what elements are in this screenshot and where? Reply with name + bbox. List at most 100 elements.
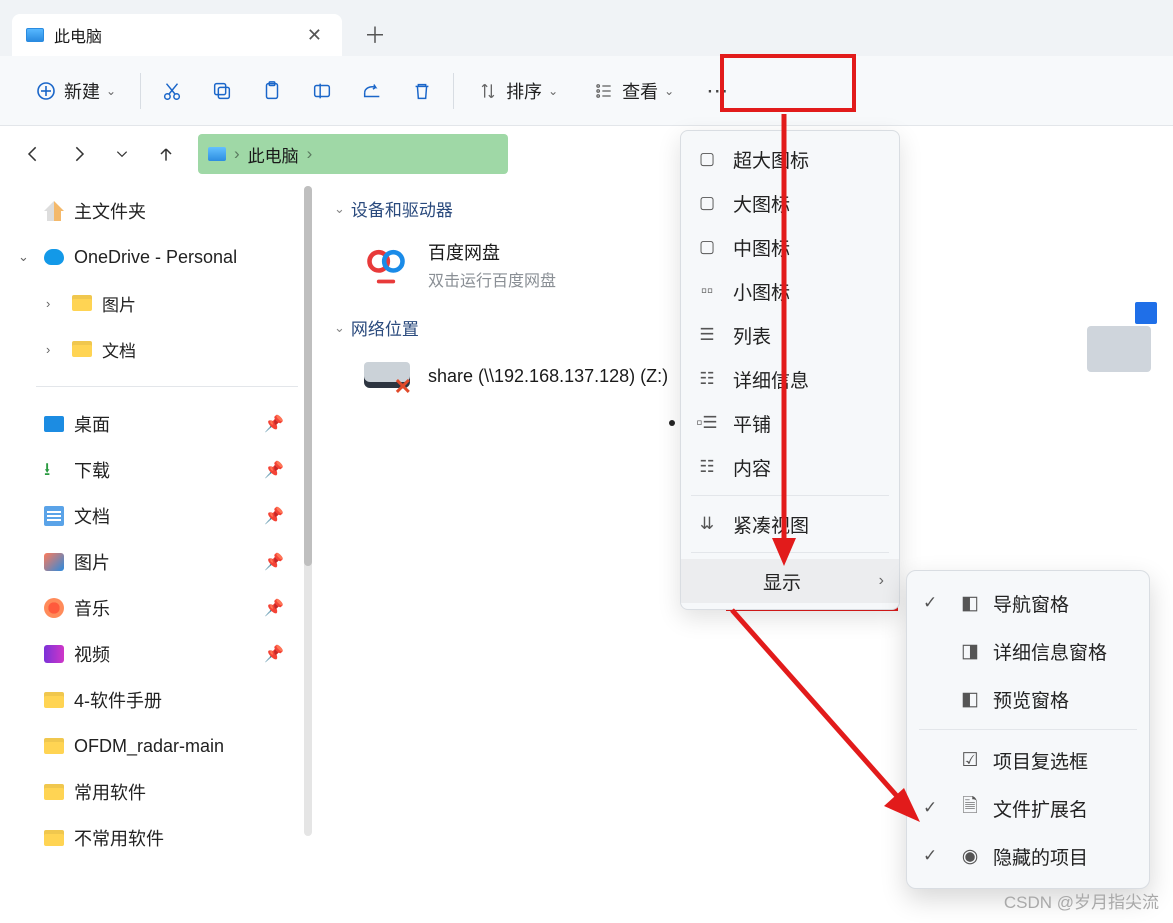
label: OneDrive - Personal	[74, 247, 237, 268]
menu-compact[interactable]: ⇊紧凑视图	[681, 502, 899, 546]
label: 视频	[74, 641, 110, 667]
this-pc-icon	[26, 28, 44, 42]
check-icon: ✓	[923, 846, 937, 866]
details-icon: ☷	[695, 369, 719, 389]
sub-file-ext[interactable]: ✓🗎文件扩展名	[907, 784, 1149, 832]
cut-button[interactable]	[147, 69, 197, 113]
sub-preview-pane[interactable]: ◧预览窗格	[907, 675, 1149, 723]
label: 设备和驱动器	[351, 196, 453, 221]
medium-icon: ▢	[695, 237, 719, 257]
this-pc-icon	[208, 147, 226, 161]
check-icon: ✓	[923, 798, 937, 818]
sidebar-sw-manual[interactable]: 4-软件手册	[0, 677, 314, 723]
menu-divider	[919, 729, 1137, 730]
document-icon	[44, 506, 64, 526]
sub-details-pane[interactable]: ◨详细信息窗格	[907, 627, 1149, 675]
view-button[interactable]: 查看 ⌄	[576, 69, 692, 113]
pin-icon: 📌	[264, 644, 284, 664]
checkbox-icon: ☑	[959, 749, 981, 772]
label: 网络位置	[351, 315, 419, 340]
pin-icon: 📌	[264, 460, 284, 480]
menu-medium-icons[interactable]: ▢中图标	[681, 225, 899, 269]
menu-details[interactable]: ☷详细信息	[681, 357, 899, 401]
menu-divider	[691, 552, 889, 553]
breadcrumb-root[interactable]: 此电脑	[248, 142, 299, 167]
item-text: 百度网盘 双击运行百度网盘	[428, 239, 556, 291]
sidebar-uncommon-sw[interactable]: 不常用软件	[0, 815, 314, 861]
sub-hidden-items[interactable]: ✓◉隐藏的项目	[907, 832, 1149, 880]
sidebar-pictures[interactable]: › 图片	[0, 280, 314, 326]
compact-icon: ⇊	[695, 514, 719, 534]
sub-nav-pane[interactable]: ✓◧导航窗格	[907, 579, 1149, 627]
sidebar-common-sw[interactable]: 常用软件	[0, 769, 314, 815]
desktop-icon	[44, 416, 64, 432]
sidebar-music[interactable]: 音乐 📌	[0, 585, 314, 631]
pin-icon: 📌	[264, 598, 284, 618]
home-icon	[44, 201, 64, 221]
recent-button[interactable]	[102, 134, 142, 174]
item-text: share (\\192.168.137.128) (Z:)	[428, 366, 668, 387]
sidebar-video[interactable]: 视频 📌	[0, 631, 314, 677]
separator	[140, 73, 141, 109]
menu-extra-large-icons[interactable]: ▢超大图标	[681, 137, 899, 181]
menu-list[interactable]: ☰列表	[681, 313, 899, 357]
show-submenu: ✓◧导航窗格 ◨详细信息窗格 ◧预览窗格 ☑项目复选框 ✓🗎文件扩展名 ✓◉隐藏…	[906, 570, 1150, 889]
subtitle: 双击运行百度网盘	[428, 267, 556, 291]
download-icon: ⭳	[44, 460, 64, 480]
sidebar-desktop[interactable]: 桌面 📌	[0, 401, 314, 447]
up-button[interactable]	[146, 134, 186, 174]
chevron-right-icon[interactable]: ›	[46, 342, 50, 357]
rename-button[interactable]	[297, 69, 347, 113]
pc-icon	[1087, 326, 1151, 372]
eye-icon: ◉	[959, 845, 981, 868]
pin-icon: 📌	[264, 506, 284, 526]
check-icon: ✓	[923, 593, 937, 613]
sidebar-ofdm[interactable]: OFDM_radar-main	[0, 723, 314, 769]
pin-icon: 📌	[264, 552, 284, 572]
content-icon: ☷	[695, 457, 719, 477]
menu-large-icons[interactable]: ▢大图标	[681, 181, 899, 225]
label: 音乐	[74, 595, 110, 621]
sidebar-documents2[interactable]: 文档 📌	[0, 493, 314, 539]
paste-button[interactable]	[247, 69, 297, 113]
back-button[interactable]	[14, 134, 54, 174]
share-button[interactable]	[347, 69, 397, 113]
chevron-down-icon: ⌄	[334, 320, 345, 336]
chevron-down-icon: ⌄	[548, 84, 558, 98]
menu-content[interactable]: ☷内容	[681, 445, 899, 489]
menu-tiles[interactable]: ▫☰平铺	[681, 401, 899, 445]
folder-icon	[72, 341, 92, 357]
sub-item-checkboxes[interactable]: ☑项目复选框	[907, 736, 1149, 784]
address-bar[interactable]: › 此电脑 ›	[198, 134, 508, 174]
chevron-down-icon: ⌄	[334, 201, 345, 217]
close-tab-icon[interactable]: ✕	[301, 25, 328, 46]
forward-button[interactable]	[58, 134, 98, 174]
sidebar-pictures2[interactable]: 图片 📌	[0, 539, 314, 585]
view-label: 查看	[622, 78, 658, 104]
new-tab-button[interactable]: ＋	[350, 18, 400, 50]
sort-button[interactable]: 排序 ⌄	[460, 69, 576, 113]
new-button[interactable]: 新建 ⌄	[18, 69, 134, 113]
label: 主文件夹	[74, 198, 146, 224]
label: 下载	[74, 457, 110, 483]
sidebar-home[interactable]: 主文件夹	[0, 188, 314, 234]
folder-icon	[44, 830, 64, 846]
chevron-right-icon[interactable]: ›	[46, 296, 50, 311]
chevron-down-icon[interactable]: ⌄	[18, 249, 29, 265]
more-button[interactable]: ⋯	[692, 69, 742, 113]
sidebar-documents[interactable]: › 文档	[0, 326, 314, 372]
sidebar-onedrive[interactable]: ⌄ OneDrive - Personal	[0, 234, 314, 280]
network-drive-icon: ✕	[358, 356, 414, 396]
copy-button[interactable]	[197, 69, 247, 113]
label: 文档	[74, 503, 110, 529]
sidebar-downloads[interactable]: ⭳ 下载 📌	[0, 447, 314, 493]
delete-button[interactable]	[397, 69, 447, 113]
breadcrumb-sep: ›	[234, 144, 240, 164]
tab-this-pc[interactable]: 此电脑 ✕	[12, 14, 342, 56]
menu-show[interactable]: 显示›	[681, 559, 899, 603]
menu-small-icons[interactable]: ▫▫小图标	[681, 269, 899, 313]
pin-icon: 📌	[264, 414, 284, 434]
chevron-right-icon: ›	[879, 572, 884, 590]
file-icon: 🗎	[959, 792, 981, 824]
baidu-icon	[358, 237, 414, 293]
